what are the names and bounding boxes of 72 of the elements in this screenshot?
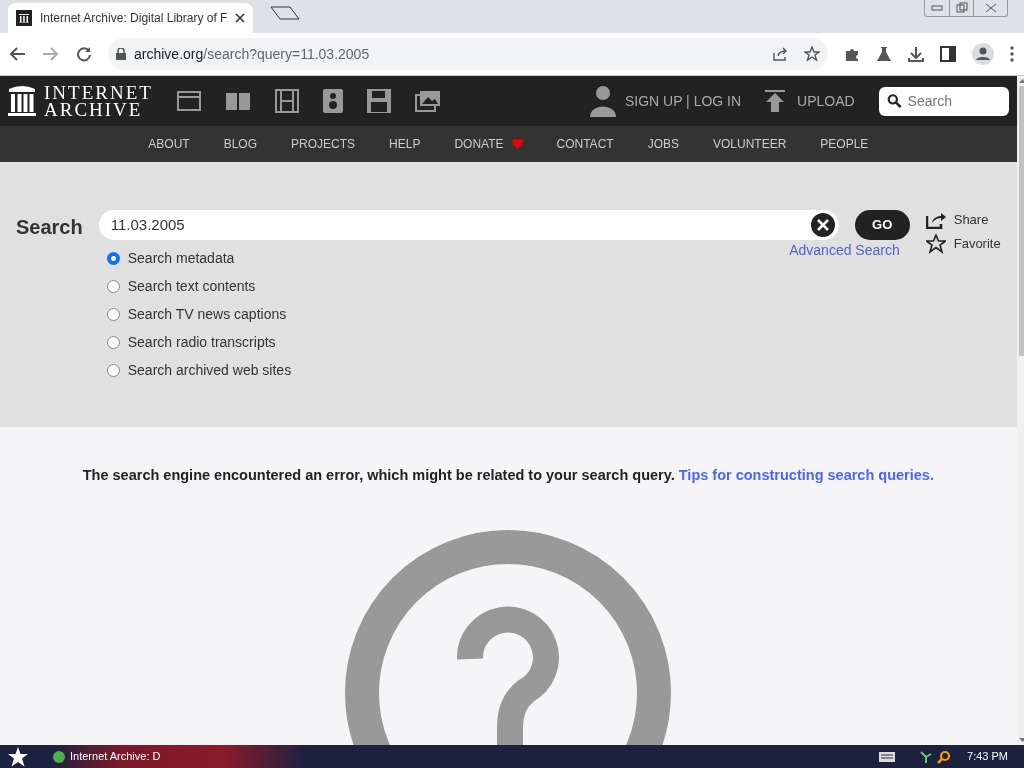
taskbar-window-button[interactable]: Internet Archive: D: [70, 748, 161, 765]
favorite-link[interactable]: Favorite: [953, 233, 1001, 254]
go-button[interactable]: GO: [854, 210, 910, 240]
reload-icon[interactable]: [76, 46, 92, 62]
start-icon[interactable]: [8, 746, 28, 767]
search-query-field[interactable]: 11.03.2005: [98, 210, 839, 240]
logo-text: INTERNET: [44, 84, 153, 101]
nav-link[interactable]: HELP: [389, 135, 421, 153]
download-icon[interactable]: [908, 46, 924, 62]
star-icon[interactable]: [804, 46, 820, 62]
film-icon[interactable]: [274, 89, 299, 113]
nav-link[interactable]: PROJECTS: [291, 135, 356, 153]
side-panel-icon[interactable]: [940, 46, 956, 62]
minimize-icon[interactable]: [931, 5, 943, 11]
new-tab-icon[interactable]: [269, 5, 302, 20]
scrollbar[interactable]: [1016, 76, 1024, 745]
archive-icon: [16, 10, 32, 26]
tips-link[interactable]: Tips for constructing search queries.: [678, 467, 934, 483]
logo-text: ARCHIVE: [44, 101, 144, 118]
nav-link[interactable]: PEOPLE: [820, 135, 869, 153]
query-input[interactable]: 11.03.2005: [108, 212, 811, 238]
radio-button[interactable]: [106, 307, 120, 321]
nav-link[interactable]: VOLUNTEER: [712, 135, 787, 153]
radio-label[interactable]: Search archived web sites: [127, 359, 292, 381]
radio-button[interactable]: [106, 279, 120, 293]
radio-label[interactable]: Search text contents: [127, 275, 256, 297]
nav-link[interactable]: JOBS: [647, 135, 679, 153]
search-field[interactable]: Search: [878, 86, 1009, 116]
upload-link[interactable]: UPLOAD: [797, 90, 855, 112]
puzzle-icon[interactable]: [844, 46, 860, 62]
advanced-search-link[interactable]: Advanced Search: [789, 240, 900, 258]
radio-button[interactable]: [106, 335, 120, 349]
share-icon[interactable]: [772, 46, 788, 62]
browser-icon[interactable]: [52, 749, 66, 764]
clock: 7:43 PM: [967, 749, 1008, 765]
clear-icon[interactable]: [810, 213, 835, 237]
radio-label[interactable]: Search metadata: [127, 247, 235, 269]
radio-label[interactable]: Search radio transcripts: [127, 331, 276, 353]
nav-link[interactable]: BLOG: [223, 135, 257, 153]
heart-icon: [511, 139, 523, 149]
address-bar[interactable]: archive.org/search?query=11.03.2005: [108, 38, 828, 70]
share-icon[interactable]: [925, 210, 946, 229]
star-icon[interactable]: [925, 233, 946, 254]
nav-link[interactable]: ABOUT: [148, 135, 190, 153]
keyboard-icon[interactable]: [879, 751, 896, 762]
lock-icon: [116, 48, 126, 60]
radio-button[interactable]: [106, 251, 120, 265]
web-icon[interactable]: [176, 91, 201, 111]
close-icon[interactable]: [235, 13, 246, 23]
speaker-icon[interactable]: [322, 89, 343, 113]
upload-icon[interactable]: [765, 90, 786, 112]
profile-icon[interactable]: [972, 43, 994, 65]
user-icon[interactable]: [588, 85, 617, 117]
book-icon[interactable]: [224, 91, 251, 111]
radio-label[interactable]: Search TV news captions: [127, 303, 287, 325]
share-link[interactable]: Share: [953, 210, 989, 230]
account-link[interactable]: SIGN UP | LOG IN: [624, 90, 742, 112]
search-label: Search: [16, 215, 83, 240]
tab-title: Internet Archive: Digital Library of F: [40, 10, 228, 27]
search-icon: [886, 92, 902, 110]
restore-icon[interactable]: [955, 2, 968, 14]
images-icon[interactable]: [414, 90, 441, 112]
back-icon[interactable]: [8, 46, 26, 62]
browser-tab[interactable]: Internet Archive: Digital Library of F: [8, 3, 254, 33]
error-message: The search engine encountered an error, which might be related to your search query. Tips for constructing search queries.: [81, 466, 935, 485]
logo-icon[interactable]: [8, 85, 36, 117]
radio-button[interactable]: [106, 363, 120, 377]
menu-icon[interactable]: [1010, 46, 1014, 62]
nav-link[interactable]: CONTACT: [556, 135, 614, 153]
flask-icon[interactable]: [876, 46, 892, 62]
nav-link[interactable]: DONATE: [454, 135, 523, 153]
search-icon[interactable]: [937, 749, 952, 764]
